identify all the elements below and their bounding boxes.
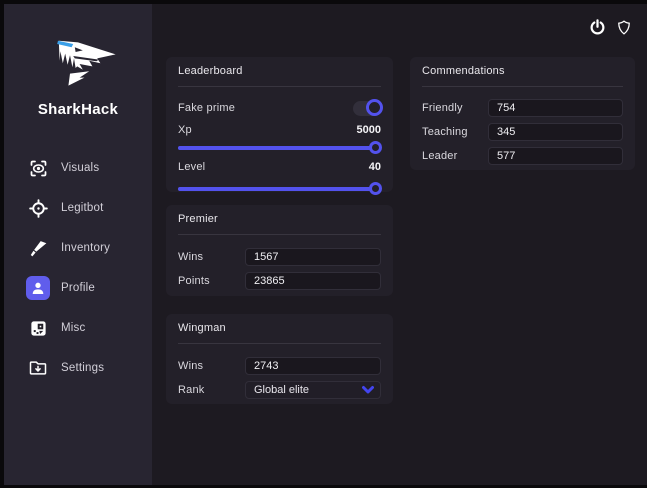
wingman-wins-row: Wins xyxy=(178,357,381,375)
sidebar-item-profile[interactable]: Profile xyxy=(26,276,152,300)
slider-fill xyxy=(178,187,381,191)
premier-wins-input[interactable] xyxy=(245,248,381,266)
friendly-label: Friendly xyxy=(422,102,463,114)
premier-points-label: Points xyxy=(178,275,210,287)
shield-icon[interactable] xyxy=(614,17,634,37)
premier-points-row: Points xyxy=(178,272,381,290)
power-icon[interactable] xyxy=(587,17,607,37)
left-column: Leaderboard Fake prime Xp 5000 xyxy=(166,57,393,404)
qr-grid-icon xyxy=(26,316,50,340)
sidebar-item-label: Visuals xyxy=(61,162,99,174)
friendly-input[interactable] xyxy=(488,99,623,117)
slider-thumb[interactable] xyxy=(369,182,382,195)
wingman-title: Wingman xyxy=(178,322,381,344)
user-icon xyxy=(26,276,50,300)
app-logo: SharkHack xyxy=(35,30,121,118)
premier-section: Premier Wins Points xyxy=(166,205,393,296)
fake-prime-row: Fake prime xyxy=(178,99,381,117)
xp-label: Xp xyxy=(178,124,192,136)
leaderboard-title: Leaderboard xyxy=(178,65,381,87)
toggle-knob xyxy=(366,99,383,116)
sidebar-item-misc[interactable]: Misc xyxy=(26,316,152,340)
premier-wins-label: Wins xyxy=(178,251,203,263)
leader-label: Leader xyxy=(422,150,457,162)
knife-icon xyxy=(26,236,50,260)
sidebar-item-legitbot[interactable]: Legitbot xyxy=(26,196,152,220)
commendation-row-leader: Leader xyxy=(422,147,623,165)
app-window: SharkHack Visuals xyxy=(4,4,647,485)
leader-input[interactable] xyxy=(488,147,623,165)
sidebar-item-inventory[interactable]: Inventory xyxy=(26,236,152,260)
eye-scan-icon xyxy=(26,156,50,180)
premier-wins-row: Wins xyxy=(178,248,381,266)
wingman-wins-label: Wins xyxy=(178,360,203,372)
level-slider[interactable] xyxy=(178,182,381,195)
wingman-rank-label: Rank xyxy=(178,384,204,396)
commendation-row-friendly: Friendly xyxy=(422,99,623,117)
sidebar-item-visuals[interactable]: Visuals xyxy=(26,156,152,180)
main-panel: Leaderboard Fake prime Xp 5000 xyxy=(152,4,647,485)
teaching-input[interactable] xyxy=(488,123,623,141)
premier-points-input[interactable] xyxy=(245,272,381,290)
sidebar-item-label: Misc xyxy=(61,322,85,334)
fake-prime-toggle[interactable] xyxy=(353,101,381,116)
premier-title: Premier xyxy=(178,213,381,235)
xp-value: 5000 xyxy=(357,124,381,136)
xp-row: Xp 5000 xyxy=(178,121,381,139)
sidebar-item-label: Inventory xyxy=(61,242,110,254)
sidebar: SharkHack Visuals xyxy=(4,4,152,485)
app-title: SharkHack xyxy=(35,101,121,118)
teaching-label: Teaching xyxy=(422,126,468,138)
commendations-title: Commendations xyxy=(422,65,623,87)
topbar-icons xyxy=(587,17,634,37)
rank-select-value: Global elite xyxy=(254,384,309,396)
commendation-row-teaching: Teaching xyxy=(422,123,623,141)
sidebar-item-label: Legitbot xyxy=(61,202,104,214)
rank-select[interactable]: Global elite xyxy=(245,381,381,399)
wingman-section: Wingman Wins Rank Global elite xyxy=(166,314,393,404)
fake-prime-label: Fake prime xyxy=(178,102,235,114)
xp-slider[interactable] xyxy=(178,141,381,154)
shark-logo-icon xyxy=(38,30,118,90)
slider-thumb[interactable] xyxy=(369,141,382,154)
level-label: Level xyxy=(178,161,205,173)
leaderboard-section: Leaderboard Fake prime Xp 5000 xyxy=(166,57,393,192)
level-value: 40 xyxy=(369,161,381,173)
wingman-wins-input[interactable] xyxy=(245,357,381,375)
right-column: Commendations Friendly Teaching Leader xyxy=(410,57,635,170)
sidebar-item-label: Profile xyxy=(61,282,95,294)
commendations-section: Commendations Friendly Teaching Leader xyxy=(410,57,635,170)
sidebar-item-settings[interactable]: Settings xyxy=(26,356,152,380)
wingman-rank-row: Rank Global elite xyxy=(178,381,381,399)
folder-download-icon xyxy=(26,356,50,380)
crosshair-icon xyxy=(26,196,50,220)
chevron-down-icon xyxy=(362,385,374,395)
sidebar-item-label: Settings xyxy=(61,362,104,374)
level-row: Level 40 xyxy=(178,158,381,176)
slider-fill xyxy=(178,146,381,150)
sidebar-menu: Visuals Legitbot xyxy=(4,156,152,396)
